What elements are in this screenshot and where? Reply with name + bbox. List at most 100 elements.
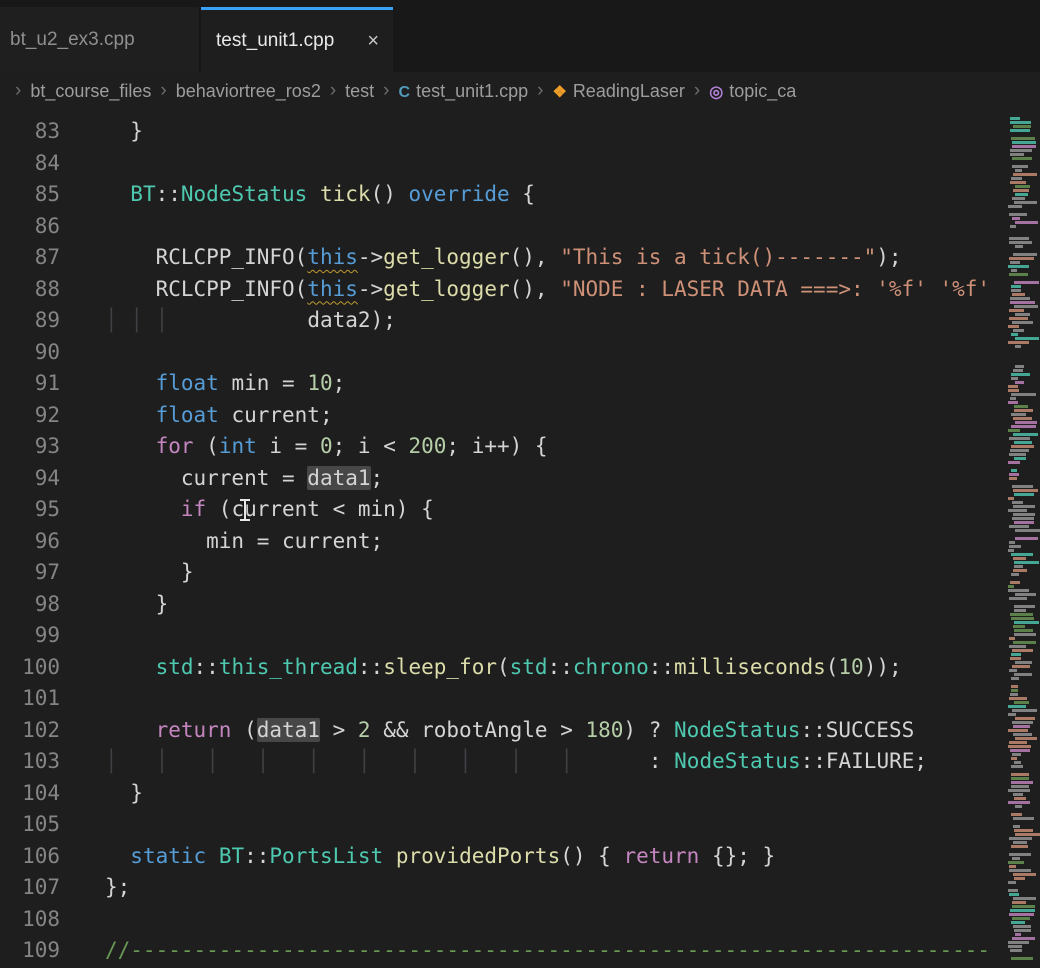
breadcrumb-label: topic_ca [729,81,796,101]
code-line[interactable]: 88 RCLCPP_INFO(this->get_logger(), "NODE… [0,274,1040,306]
tab-label: bt_u2_ex3.cpp [10,29,135,51]
code-text: //--------------------------------------… [60,935,990,967]
code-text: for (int i = 0; i < 200; i++) { [60,431,548,463]
line-number[interactable]: 89 [0,305,60,337]
line-number[interactable]: 101 [0,683,60,715]
line-number[interactable]: 96 [0,526,60,558]
code-line[interactable]: 108 [0,904,1040,936]
code-line[interactable]: 106 static BT::PortsList providedPorts()… [0,841,1040,873]
chevron-right-icon: › [160,80,166,102]
tab-label: test_unit1.cpp [216,30,334,52]
minimap-content [1008,113,1040,961]
line-number[interactable]: 98 [0,589,60,621]
code-text [60,337,105,369]
code-text: BT::NodeStatus tick() override { [60,179,535,211]
line-number[interactable]: 103 [0,746,60,778]
chevron-right-icon: › [15,80,21,102]
line-number[interactable]: 100 [0,652,60,684]
code-line[interactable]: 105 [0,809,1040,841]
code-line[interactable]: 85 BT::NodeStatus tick() override { [0,179,1040,211]
code-line[interactable]: 100 std::this_thread::sleep_for(std::chr… [0,652,1040,684]
code-line[interactable]: 89│ │ │ data2); [0,305,1040,337]
code-line[interactable]: 94 current = data1; [0,463,1040,495]
code-text [60,904,105,936]
line-number[interactable]: 108 [0,904,60,936]
code-text: RCLCPP_INFO(this->get_logger(), "This is… [60,242,902,274]
line-number[interactable]: 85 [0,179,60,211]
code-line[interactable]: 103│ │ │ │ │ │ │ │ │ │ : NodeStatus::FAI… [0,746,1040,778]
code-line[interactable]: 96 min = current; [0,526,1040,558]
code-line[interactable]: 107}; [0,872,1040,904]
code-line[interactable]: 99 [0,620,1040,652]
code-text: } [60,557,194,589]
line-number[interactable]: 105 [0,809,60,841]
breadcrumb-item-topic-ca[interactable]: ◎ topic_ca [709,81,796,102]
code-text: } [60,589,168,621]
code-line[interactable]: 92 float current; [0,400,1040,432]
breadcrumb-item-bt-course-files[interactable]: bt_course_files [30,81,151,102]
code-text [60,211,105,243]
code-text: static BT::PortsList providedPorts() { r… [60,841,775,873]
line-number[interactable]: 90 [0,337,60,369]
line-number[interactable]: 86 [0,211,60,243]
code-line[interactable]: 101 [0,683,1040,715]
code-line[interactable]: 86 [0,211,1040,243]
breadcrumb-label: ReadingLaser [573,81,685,101]
editor[interactable]: 83 }8485 BT::NodeStatus tick() override … [0,110,1040,968]
line-number[interactable]: 102 [0,715,60,747]
line-number[interactable]: 106 [0,841,60,873]
code-line[interactable]: 98 } [0,589,1040,621]
code-text: current = data1; [60,463,383,495]
line-number[interactable]: 94 [0,463,60,495]
code-area[interactable]: 83 }8485 BT::NodeStatus tick() override … [0,110,1040,967]
line-number[interactable]: 99 [0,620,60,652]
code-text: │ │ │ data2); [60,305,396,337]
breadcrumb-item-behaviortree-ros2[interactable]: behaviortree_ros2 [176,81,321,102]
line-number[interactable]: 83 [0,116,60,148]
code-line[interactable]: 104 } [0,778,1040,810]
line-number[interactable]: 97 [0,557,60,589]
line-number[interactable]: 84 [0,148,60,180]
code-line[interactable]: 109//-----------------------------------… [0,935,1040,967]
code-line[interactable]: 90 [0,337,1040,369]
method-symbol-icon: ◎ [709,84,723,101]
line-number[interactable]: 87 [0,242,60,274]
breadcrumb-item-test-unit1-cpp[interactable]: Ctest_unit1.cpp [399,81,529,102]
close-icon[interactable]: × [365,31,381,51]
line-number[interactable]: 109 [0,935,60,967]
breadcrumb-item-readinglaser[interactable]: ❖ReadingLaser [552,81,684,102]
code-text: std::this_thread::sleep_for(std::chrono:… [60,652,902,684]
line-number[interactable]: 95 [0,494,60,526]
code-line[interactable]: 83 } [0,116,1040,148]
breadcrumb-label: bt_course_files [30,81,151,101]
line-number[interactable]: 92 [0,400,60,432]
code-line[interactable]: 84 [0,148,1040,180]
code-line[interactable]: 93 for (int i = 0; i < 200; i++) { [0,431,1040,463]
code-text [60,683,105,715]
vscode-window: bt_u2_ex3.cpp test_unit1.cpp × › bt_cours… [0,0,1040,968]
breadcrumb-item-test[interactable]: test [345,81,374,102]
line-number[interactable]: 107 [0,872,60,904]
code-text: float current; [60,400,333,432]
code-line[interactable]: 102 return (data1 > 2 && robotAngle > 18… [0,715,1040,747]
line-number[interactable]: 104 [0,778,60,810]
code-line[interactable]: 87 RCLCPP_INFO(this->get_logger(), "This… [0,242,1040,274]
code-line[interactable]: 91 float min = 10; [0,368,1040,400]
line-number[interactable]: 88 [0,274,60,306]
code-line[interactable]: 97 } [0,557,1040,589]
chevron-right-icon: › [330,80,336,102]
code-text [60,148,105,180]
tab-test_unit1-cpp[interactable]: test_unit1.cpp × [201,7,393,72]
code-text: │ │ │ │ │ │ │ │ │ │ : NodeStatus::FAILUR… [60,746,927,778]
code-text: } [60,116,143,148]
tab-bt_u2_ex3-cpp[interactable]: bt_u2_ex3.cpp [0,7,200,72]
line-number[interactable]: 91 [0,368,60,400]
line-number[interactable]: 93 [0,431,60,463]
minimap[interactable] [1008,110,1040,968]
code-line[interactable]: 95 if (current < min) { [0,494,1040,526]
code-text: }; [60,872,130,904]
code-text: } [60,778,143,810]
chevron-right-icon: › [537,80,543,102]
breadcrumb-label: test [345,81,374,101]
code-text: float min = 10; [60,368,345,400]
